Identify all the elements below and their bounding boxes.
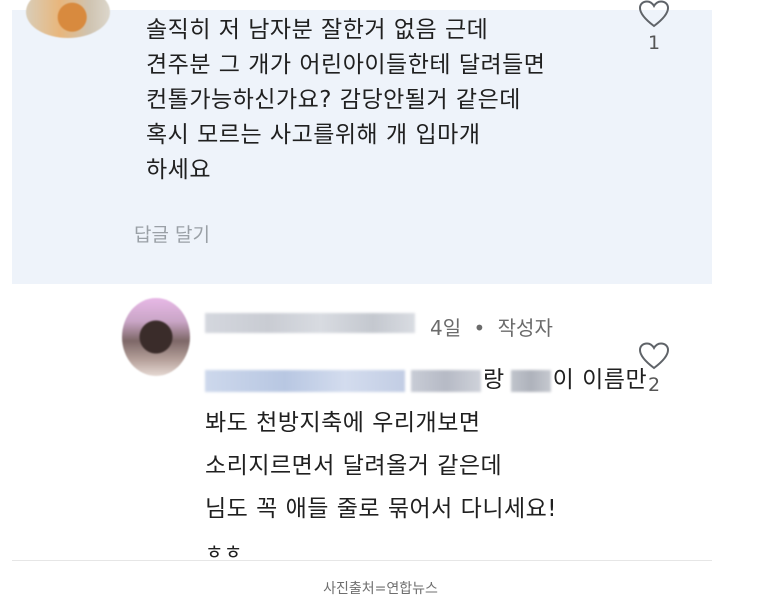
reply-meta: 4일 • 작성자	[430, 312, 553, 341]
reply-text: 이 이름만	[552, 367, 648, 393]
timestamp: 4일	[430, 316, 462, 340]
comment-line: 하세요	[146, 157, 211, 183]
heart-icon[interactable]	[634, 0, 674, 28]
mention-blurred[interactable]	[205, 369, 405, 392]
author-name-blurred[interactable]	[205, 313, 415, 333]
divider	[12, 560, 712, 561]
reply-line: 소리지르면서 달려올거 같은데	[205, 453, 503, 479]
photo-caption: 사진출처=연합뉴스	[323, 581, 438, 597]
comment-body: 솔직히 저 남자분 잘한거 없음 근데 견주분 그 개가 어린아이들한테 달려들…	[146, 13, 545, 188]
reply-body: 랑 이 이름만 봐도 천방지축에 우리개보면 소리지르면서 달려올거 같은데 님도…	[205, 363, 647, 570]
comment-line: 솔직히 저 남자분 잘한거 없음 근데	[146, 17, 489, 43]
like-count: 1	[647, 32, 661, 54]
author-badge: 작성자	[497, 316, 553, 340]
reply-button[interactable]: 답글 달기	[134, 220, 210, 247]
heart-icon[interactable]	[634, 342, 674, 370]
mention-blurred[interactable]	[411, 369, 481, 392]
reply-line: 봐도 천방지축에 우리개보면	[205, 410, 481, 436]
comment-line: 견주분 그 개가 어린아이들한테 달려들면	[146, 52, 546, 78]
reply-line: 랑 이 이름만	[205, 363, 647, 398]
reply-line: ㅎㅎ	[205, 540, 243, 564]
meta-separator: •	[473, 316, 486, 340]
like-control: 1	[634, 0, 674, 54]
avatar[interactable]	[122, 298, 190, 376]
like-count: 2	[647, 374, 661, 396]
mention-blurred[interactable]	[510, 369, 551, 392]
comment-line: 혹시 모르는 사고를위해 개 입마개	[146, 122, 481, 148]
like-control: 2	[634, 342, 674, 396]
reply-line: 님도 꼭 애들 줄로 묶어서 다니세요!	[205, 496, 558, 522]
reply-text: 랑	[483, 367, 505, 393]
comment-line: 컨톨가능하신가요? 감당안될거 같은데	[146, 87, 521, 113]
